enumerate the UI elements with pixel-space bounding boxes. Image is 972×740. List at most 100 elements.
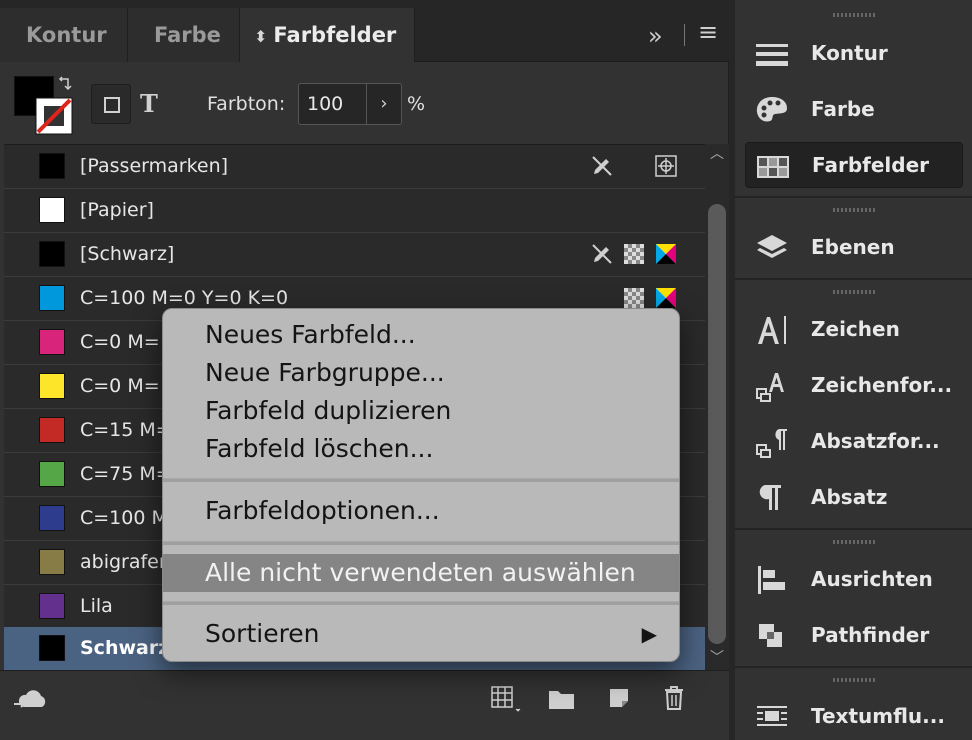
menu-item-swatch-options[interactable]: Farbfeldoptionen...: [163, 492, 679, 530]
menu-separator: [163, 478, 679, 482]
swatch-name: C=15 M=: [80, 419, 172, 441]
tint-label: Farbton:: [207, 93, 286, 115]
align-icon: [758, 566, 785, 594]
swatch-row[interactable]: [Passermarken]: [4, 145, 705, 189]
no-edit-pencil-icon: [592, 156, 612, 176]
swap-fill-stroke-icon[interactable]: [58, 76, 72, 92]
swatch-chip: [39, 505, 65, 531]
scroll-up-icon[interactable]: ︿: [705, 144, 729, 164]
swatch-chip: [39, 285, 65, 311]
dock-grip[interactable]: [735, 8, 972, 22]
swatch-name: Lila: [80, 595, 113, 617]
dock-group-separator: [735, 528, 972, 530]
dock-item-label: Pathfinder: [811, 623, 930, 647]
dock-grip[interactable]: [735, 673, 972, 687]
stroke-none-box-icon[interactable]: [35, 97, 73, 135]
scroll-down-icon[interactable]: ﹀: [705, 648, 729, 668]
no-edit-pencil-icon: [592, 244, 612, 264]
tint-input[interactable]: 100 ›: [298, 83, 402, 125]
dock-item-label: Zeichenfor...: [811, 373, 953, 397]
panel-menu-icon[interactable]: ≡: [698, 18, 718, 46]
dock-item-pathfinder[interactable]: Pathfinder: [745, 613, 963, 659]
dock-grip[interactable]: [735, 203, 972, 217]
dock-item-farbfelder[interactable]: Farbfelder: [745, 142, 963, 188]
menu-item-select-all-unused[interactable]: Alle nicht verwendeten auswählen: [163, 554, 679, 592]
dock-item-label: Absatz: [811, 485, 888, 509]
swatch-name: [Schwarz]: [80, 243, 175, 265]
swatch-chip: [39, 635, 65, 661]
dock-item-textumfluss[interactable]: Textumflu...: [745, 694, 963, 740]
swatch-name: [Papier]: [80, 199, 154, 221]
tab-farbe[interactable]: Farbe: [128, 8, 240, 62]
menu-item-sort-label: Sortieren: [205, 619, 320, 648]
list-scrollbar[interactable]: ︿ ﹀: [705, 144, 729, 670]
menu-item-delete-swatch[interactable]: Farbfeld löschen...: [163, 430, 679, 468]
swatch-chip: [39, 153, 65, 179]
palette-icon: [756, 97, 787, 122]
dock-group-separator: [735, 196, 972, 198]
dock-item-label: Kontur: [811, 41, 888, 65]
dock-item-label: Textumflu...: [811, 704, 945, 728]
delete-swatch-trash-icon[interactable]: [662, 685, 686, 711]
panel-bottom-bar: [0, 670, 729, 740]
swatch-chip: [39, 549, 65, 575]
swatch-name: abigrafen: [80, 551, 171, 573]
dock-group-separator: [735, 278, 972, 280]
new-swatch-icon[interactable]: [606, 685, 632, 711]
pathfinder-icon: [759, 624, 782, 647]
menu-item-sort[interactable]: Sortieren ▶: [163, 615, 679, 653]
dock-item-kontur[interactable]: Kontur: [745, 31, 963, 77]
new-color-group-folder-icon[interactable]: [547, 687, 577, 711]
paragraph-icon: [759, 485, 781, 510]
dock-grip[interactable]: [735, 285, 972, 299]
swatch-row[interactable]: [Papier]: [4, 189, 705, 233]
tab-farbfelder-label: Farbfelder: [273, 23, 397, 47]
show-swatch-kinds-icon[interactable]: [490, 685, 524, 713]
tab-kontur[interactable]: Kontur: [0, 8, 128, 62]
menu-separator: [163, 601, 679, 605]
dock-item-ausrichten[interactable]: Ausrichten: [745, 557, 963, 603]
menu-separator: [163, 541, 679, 545]
dock-item-label: Zeichen: [811, 317, 900, 341]
dock-item-ebenen[interactable]: Ebenen: [745, 225, 963, 271]
tint-dropdown-button[interactable]: ›: [366, 84, 401, 124]
swatch-chip: [39, 329, 65, 355]
dock-item-label: Farbfelder: [812, 153, 930, 177]
swatch-name: C=75 M=: [80, 463, 172, 485]
dock-item-absatzformate[interactable]: Absatzfor...: [745, 419, 963, 465]
character-icon: [758, 316, 786, 344]
dock-item-label: Ebenen: [811, 235, 895, 259]
dock-item-zeichenformate[interactable]: Zeichenfor...: [745, 363, 963, 409]
dock-item-absatz[interactable]: Absatz: [745, 475, 963, 521]
dock-item-label: Farbe: [811, 97, 875, 121]
swatches-panel: Kontur Farbe ⬍ Farbfelder » ≡ T Farbton: …: [0, 0, 729, 740]
submenu-arrow-icon: ▶: [641, 622, 657, 646]
menu-item-new-color-group[interactable]: Neue Farbgruppe...: [163, 354, 679, 392]
dock-grip[interactable]: [735, 535, 972, 549]
cmyk-mode-icon: [656, 288, 676, 308]
swatch-row[interactable]: [Schwarz]: [4, 233, 705, 277]
tint-percent-sign: %: [407, 93, 426, 115]
cmyk-mode-icon: [656, 244, 676, 264]
swatch-name: C=100 M: [80, 507, 168, 529]
collapse-panels-icon[interactable]: »: [648, 22, 663, 50]
scroll-thumb[interactable]: [708, 204, 726, 644]
process-color-icon: [624, 244, 644, 264]
process-color-icon: [624, 288, 644, 308]
swatch-toolbar: T Farbton: 100 › %: [0, 62, 729, 144]
context-menu: Neues Farbfeld... Neue Farbgruppe... Far…: [162, 308, 680, 662]
text-wrap-icon: [757, 706, 787, 726]
square-icon: [104, 97, 120, 113]
menu-item-duplicate-swatch[interactable]: Farbfeld duplizieren: [163, 392, 679, 430]
tint-value[interactable]: 100: [307, 84, 343, 124]
dock-item-zeichen[interactable]: Zeichen: [745, 307, 963, 353]
tab-farbfelder[interactable]: ⬍ Farbfelder: [240, 8, 415, 62]
swatch-name: [Passermarken]: [80, 155, 229, 177]
container-formatting-button[interactable]: [91, 84, 131, 124]
cc-library-icon[interactable]: [12, 687, 50, 713]
menu-item-new-swatch[interactable]: Neues Farbfeld...: [163, 316, 679, 354]
swatch-chip: [39, 241, 65, 267]
tabbar-divider: [684, 24, 685, 46]
text-formatting-button[interactable]: T: [140, 84, 164, 124]
dock-item-farbe[interactable]: Farbe: [745, 87, 963, 133]
